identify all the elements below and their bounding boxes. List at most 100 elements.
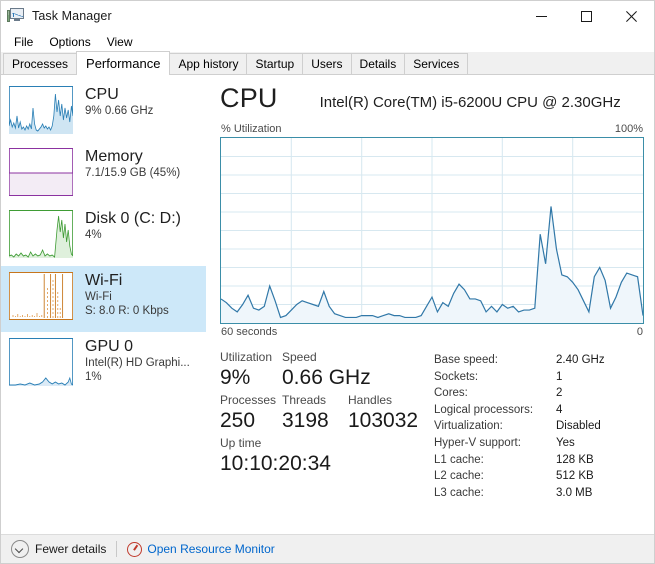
menu-item-file[interactable]: File	[6, 33, 41, 51]
sidebar-item-gpu0[interactable]: GPU 0 Intel(R) HD Graphi... 1%	[1, 332, 206, 398]
spec-row-l3-cache: L3 cache: 3.0 MB	[434, 485, 644, 502]
open-resource-monitor-label: Open Resource Monitor	[147, 542, 274, 556]
spec-l2-cache-key: L2 cache:	[434, 468, 556, 485]
stats-left-column: Utilization 9% Speed 0.66 GHz Processes …	[220, 350, 434, 501]
spec-row-virtualization: Virtualization: Disabled	[434, 418, 644, 435]
stat-utilization-value: 9%	[220, 365, 282, 391]
menu-bar: File Options View	[1, 31, 654, 52]
spec-l3-cache-key: L3 cache:	[434, 485, 556, 502]
content-area: CPU 9% 0.66 GHz Memory 7.1/15.9 GB (45%)	[1, 75, 654, 533]
stat-speed-value: 0.66 GHz	[282, 365, 371, 391]
chart-x-end-label: 0	[637, 326, 643, 338]
tab-strip: Processes Performance App history Startu…	[1, 52, 654, 75]
sidebar-item-gpu0-title: GPU 0	[85, 338, 190, 355]
tab-app-history[interactable]: App history	[169, 53, 247, 74]
window-title: Task Manager	[32, 9, 112, 23]
sidebar-item-memory-sub: 7.1/15.9 GB (45%)	[85, 167, 180, 179]
spec-l3-cache-value: 3.0 MB	[556, 485, 592, 502]
sidebar-item-gpu0-sub1: Intel(R) HD Graphi...	[85, 357, 190, 369]
stat-processes-label: Processes	[220, 393, 282, 408]
sidebar-item-wifi-title: Wi-Fi	[85, 272, 169, 289]
stat-speed: Speed 0.66 GHz	[282, 350, 371, 391]
task-manager-icon	[7, 8, 25, 24]
sidebar-item-cpu[interactable]: CPU 9% 0.66 GHz	[1, 80, 206, 142]
window-controls	[519, 1, 654, 31]
sidebar-item-wifi-sub2: S: 8.0 R: 0 Kbps	[85, 305, 169, 317]
cpu-model-name: Intel(R) Core(TM) i5-6200U CPU @ 2.30GHz	[320, 94, 621, 111]
chart-y-axis-label: % Utilization	[221, 123, 282, 135]
tab-performance[interactable]: Performance	[76, 51, 170, 75]
sidebar-item-memory[interactable]: Memory 7.1/15.9 GB (45%)	[1, 142, 206, 204]
sidebar-item-disk0-text: Disk 0 (C: D:) 4%	[85, 210, 181, 242]
fewer-details-button[interactable]: Fewer details	[11, 540, 106, 558]
cpu-utilization-chart	[220, 137, 644, 324]
stat-row-uptime: Up time 10:10:20:34	[220, 436, 434, 477]
spec-l1-cache-value: 128 KB	[556, 452, 594, 469]
sidebar-item-cpu-text: CPU 9% 0.66 GHz	[85, 86, 153, 118]
chevron-up-icon	[11, 540, 29, 558]
stat-utilization-label: Utilization	[220, 350, 282, 365]
tab-details[interactable]: Details	[351, 53, 406, 74]
close-icon	[626, 11, 637, 22]
spec-base-speed-value: 2.40 GHz	[556, 352, 605, 369]
spec-hyperv-support-key: Hyper-V support:	[434, 435, 556, 452]
open-resource-monitor-link[interactable]: Open Resource Monitor	[127, 542, 274, 557]
spec-cores-value: 2	[556, 385, 562, 402]
close-button[interactable]	[609, 1, 654, 31]
stat-row-processes-threads-handles: Processes 250 Threads 3198 Handles 10303…	[220, 393, 434, 434]
spec-logical-processors-value: 4	[556, 402, 562, 419]
stat-uptime-label: Up time	[220, 436, 331, 451]
stat-threads-label: Threads	[282, 393, 348, 408]
sidebar-item-wifi-sub1: Wi-Fi	[85, 291, 169, 303]
tab-processes[interactable]: Processes	[3, 53, 77, 74]
stat-processes: Processes 250	[220, 393, 282, 434]
disk-mini-graph	[9, 210, 73, 258]
sidebar-item-wifi[interactable]: Wi-Fi Wi-Fi S: 8.0 R: 0 Kbps	[1, 266, 206, 332]
chart-bottom-labels: 60 seconds 0	[220, 326, 644, 338]
stat-uptime: Up time 10:10:20:34	[220, 436, 331, 477]
sidebar-item-cpu-sub: 9% 0.66 GHz	[85, 105, 153, 117]
tab-users[interactable]: Users	[302, 53, 351, 74]
spec-virtualization-key: Virtualization:	[434, 418, 556, 435]
stat-processes-value: 250	[220, 408, 282, 434]
sidebar-item-cpu-title: CPU	[85, 86, 153, 103]
sidebar-item-disk0-sub: 4%	[85, 229, 181, 241]
spec-sockets-key: Sockets:	[434, 369, 556, 386]
spec-logical-processors-key: Logical processors:	[434, 402, 556, 419]
performance-detail-panel: CPU Intel(R) Core(TM) i5-6200U CPU @ 2.3…	[206, 75, 654, 533]
cpu-mini-graph	[9, 86, 73, 134]
status-bar: Fewer details Open Resource Monitor	[1, 534, 654, 563]
sidebar-item-disk0[interactable]: Disk 0 (C: D:) 4%	[1, 204, 206, 266]
wifi-mini-graph	[9, 272, 73, 320]
minimize-button[interactable]	[519, 1, 564, 31]
spec-row-l2-cache: L2 cache: 512 KB	[434, 468, 644, 485]
maximize-button[interactable]	[564, 1, 609, 31]
stat-threads: Threads 3198	[282, 393, 348, 434]
task-manager-window: Task Manager File Options Vi	[0, 0, 655, 564]
stat-row-utilization-speed: Utilization 9% Speed 0.66 GHz	[220, 350, 434, 391]
sidebar-item-gpu0-sub2: 1%	[85, 371, 190, 383]
tab-startup[interactable]: Startup	[246, 53, 303, 74]
spec-row-hyperv-support: Hyper-V support: Yes	[434, 435, 644, 452]
menu-item-view[interactable]: View	[99, 33, 141, 51]
spec-l2-cache-value: 512 KB	[556, 468, 594, 485]
spec-virtualization-value: Disabled	[556, 418, 601, 435]
menu-item-options[interactable]: Options	[41, 33, 98, 51]
spec-cores-key: Cores:	[434, 385, 556, 402]
spec-row-base-speed: Base speed: 2.40 GHz	[434, 352, 644, 369]
chart-y-max-label: 100%	[615, 123, 643, 135]
spec-base-speed-key: Base speed:	[434, 352, 556, 369]
sidebar-item-memory-text: Memory 7.1/15.9 GB (45%)	[85, 148, 180, 180]
spec-sockets-value: 1	[556, 369, 562, 386]
spec-row-cores: Cores: 2	[434, 385, 644, 402]
tab-services[interactable]: Services	[404, 53, 468, 74]
cpu-specs-table: Base speed: 2.40 GHz Sockets: 1 Cores: 2…	[434, 350, 644, 501]
spec-hyperv-support-value: Yes	[556, 435, 575, 452]
cpu-chart-svg	[221, 138, 643, 323]
spec-row-sockets: Sockets: 1	[434, 369, 644, 386]
sidebar-item-gpu0-text: GPU 0 Intel(R) HD Graphi... 1%	[85, 338, 190, 383]
stats-section: Utilization 9% Speed 0.66 GHz Processes …	[220, 350, 644, 501]
stat-threads-value: 3198	[282, 408, 348, 434]
spec-row-logical-processors: Logical processors: 4	[434, 402, 644, 419]
title-bar: Task Manager	[1, 1, 654, 31]
